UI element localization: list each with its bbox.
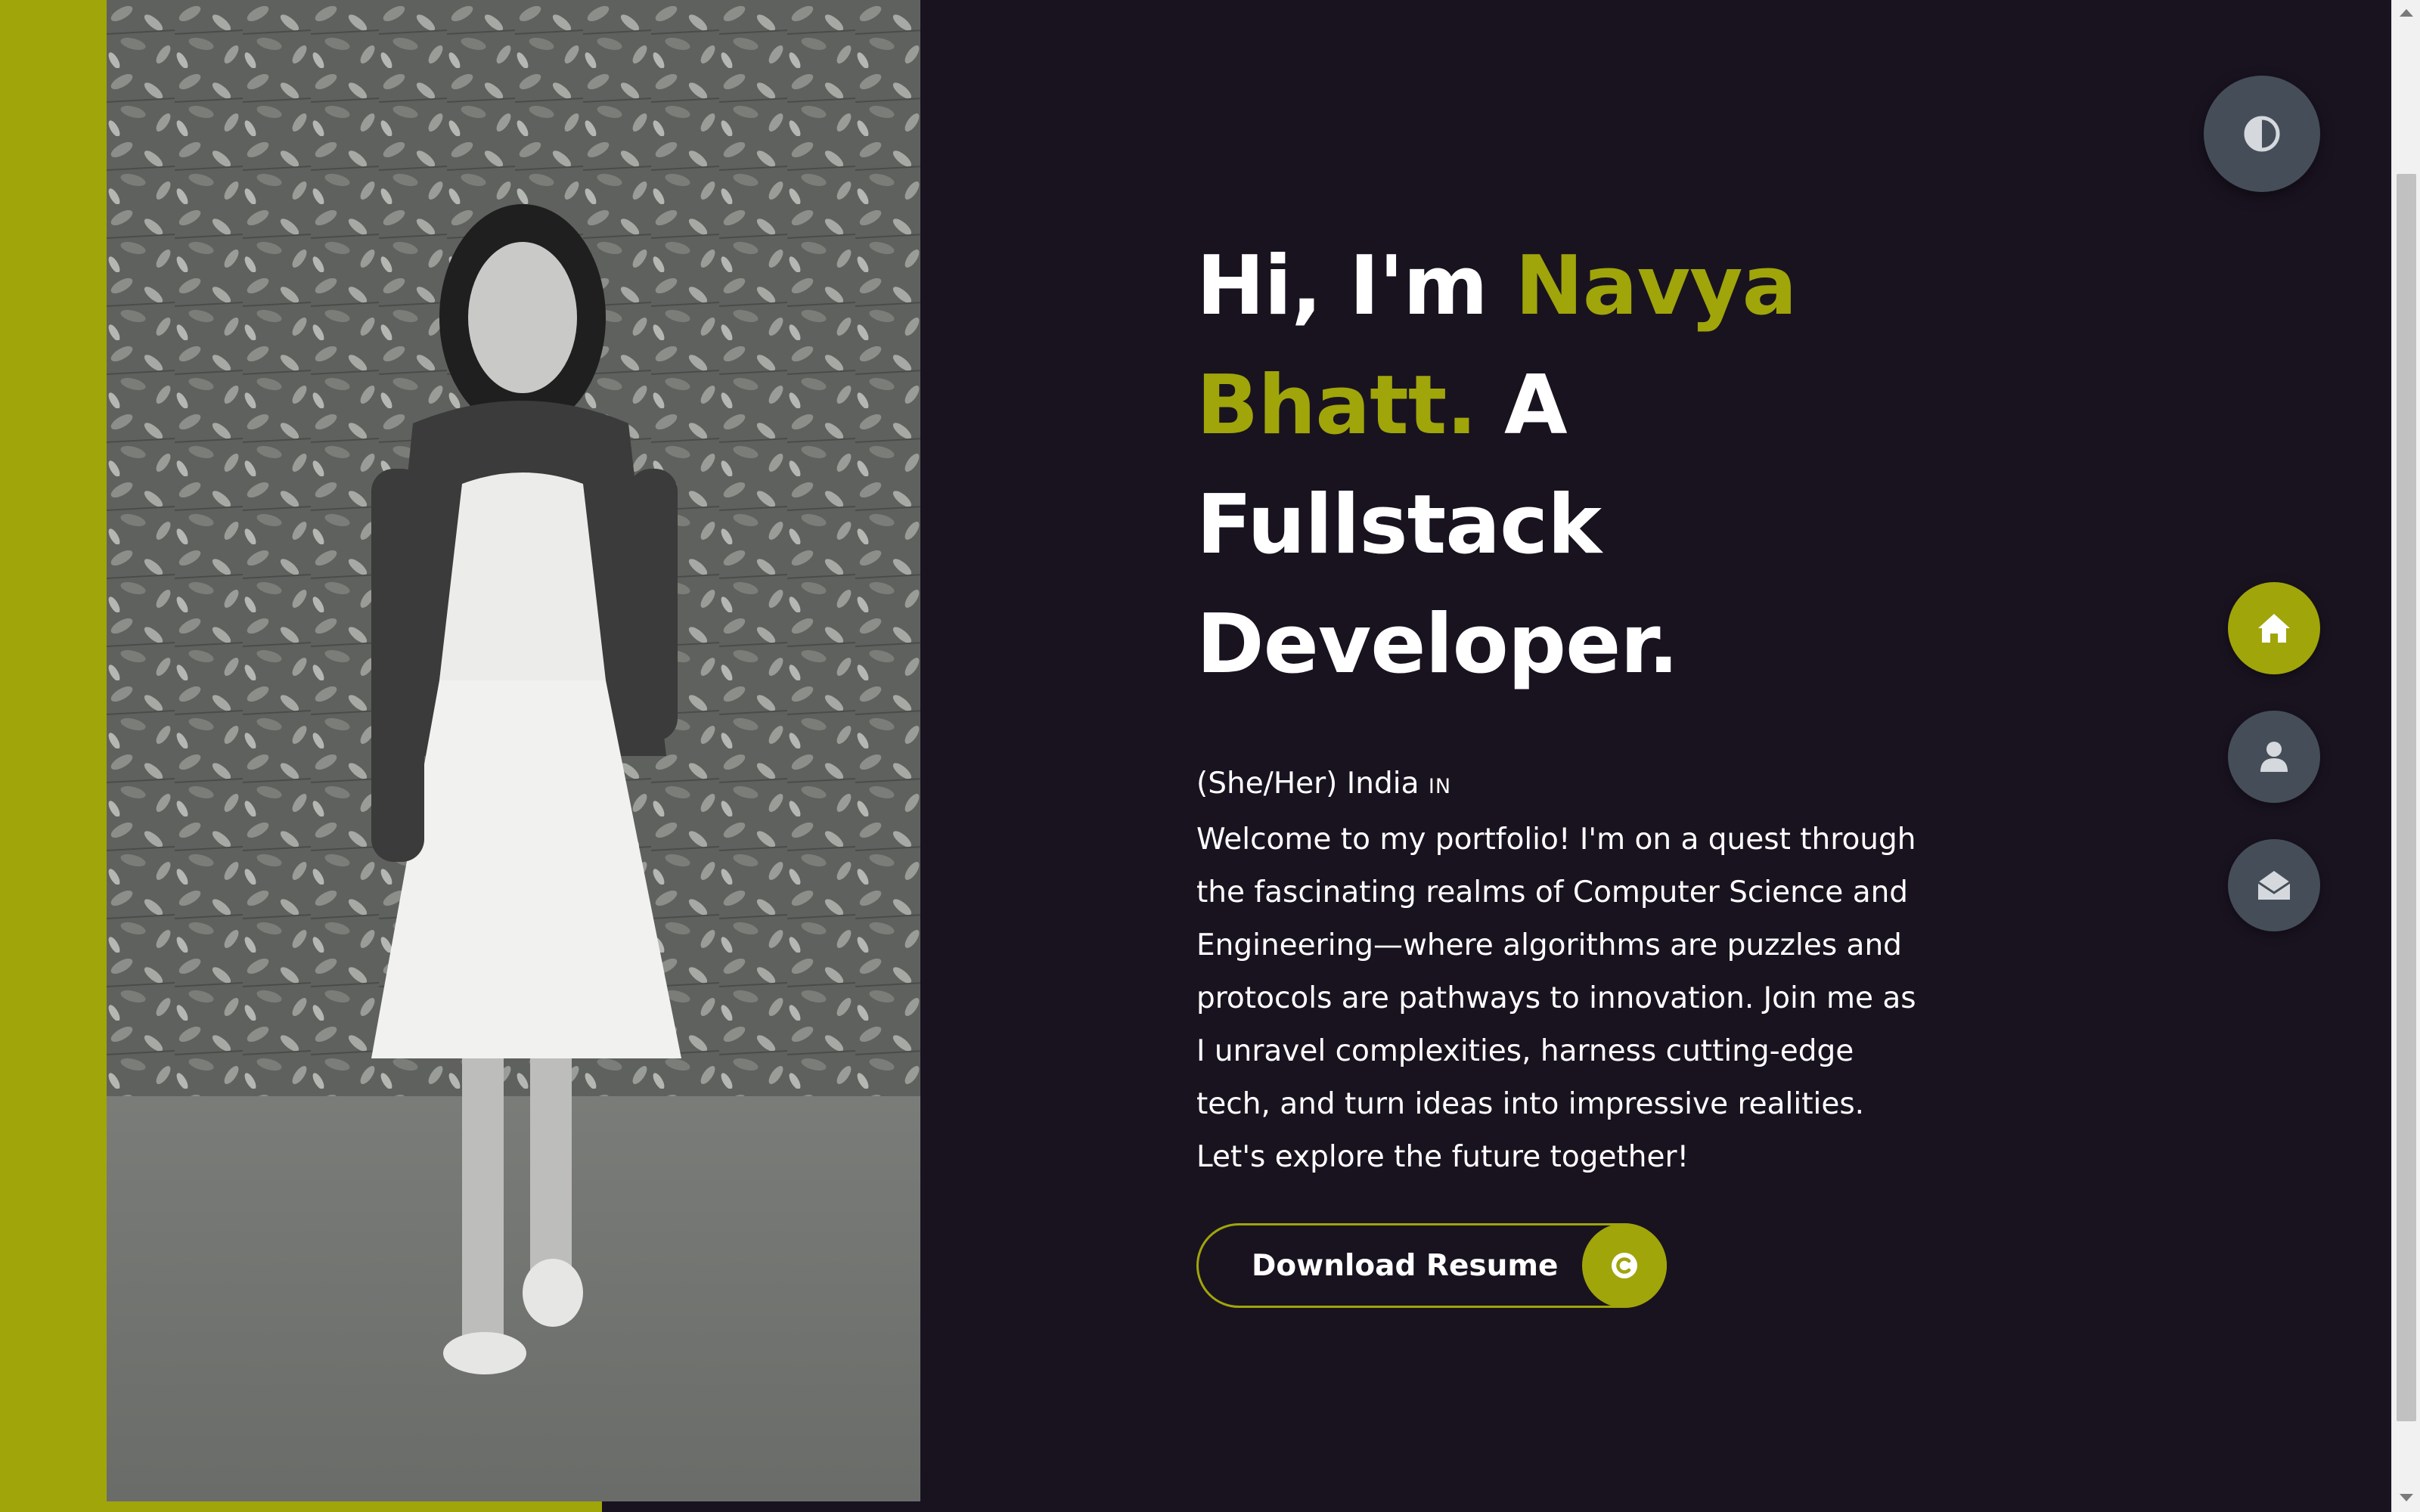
copyright-icon bbox=[1582, 1223, 1667, 1308]
accent-bottom-bar bbox=[107, 1501, 602, 1512]
user-icon bbox=[2260, 742, 2288, 772]
nav-home-button[interactable] bbox=[2228, 582, 2320, 674]
greeting-text: Hi, I'm bbox=[1196, 239, 1516, 333]
nav-contact-button[interactable] bbox=[2228, 839, 2320, 931]
portfolio-page: Hi, I'm Navya Bhatt. A Fullstack Developer… bbox=[0, 0, 2420, 1512]
scroll-up-arrow-icon[interactable] bbox=[2400, 9, 2413, 17]
country-flag: IN bbox=[1428, 775, 1452, 798]
envelope-open-icon bbox=[2257, 871, 2291, 900]
download-resume-button[interactable]: Download Resume bbox=[1196, 1223, 1667, 1308]
accent-band bbox=[0, 0, 107, 1512]
hero-section: Hi, I'm Navya Bhatt. A Fullstack Developer… bbox=[1196, 227, 1953, 1308]
scroll-thumb[interactable] bbox=[2397, 174, 2416, 1421]
role-text-2: Developer. bbox=[1196, 597, 1679, 692]
hero-headline: Hi, I'm Navya Bhatt. A Fullstack Developer… bbox=[1196, 227, 1953, 705]
contrast-icon bbox=[2244, 116, 2280, 152]
intro-text: (She/Her) India IN Welcome to my portfol… bbox=[1196, 758, 1922, 1184]
theme-toggle-button[interactable] bbox=[2204, 76, 2320, 192]
bio-text: Welcome to my portfolio! I'm on a quest … bbox=[1196, 823, 1916, 1174]
page-scrollbar[interactable] bbox=[2391, 0, 2420, 1512]
scroll-down-arrow-icon[interactable] bbox=[2400, 1494, 2413, 1501]
name-first: Navya bbox=[1515, 239, 1797, 333]
profile-photo bbox=[107, 0, 920, 1501]
home-icon bbox=[2258, 614, 2290, 643]
nav-about-button[interactable] bbox=[2228, 711, 2320, 803]
pronouns-location-text: (She/Her) India bbox=[1196, 767, 1429, 801]
download-resume-label: Download Resume bbox=[1252, 1248, 1559, 1283]
name-last: Bhatt. bbox=[1196, 358, 1477, 453]
pronouns-location: (She/Her) India IN bbox=[1196, 758, 1922, 813]
